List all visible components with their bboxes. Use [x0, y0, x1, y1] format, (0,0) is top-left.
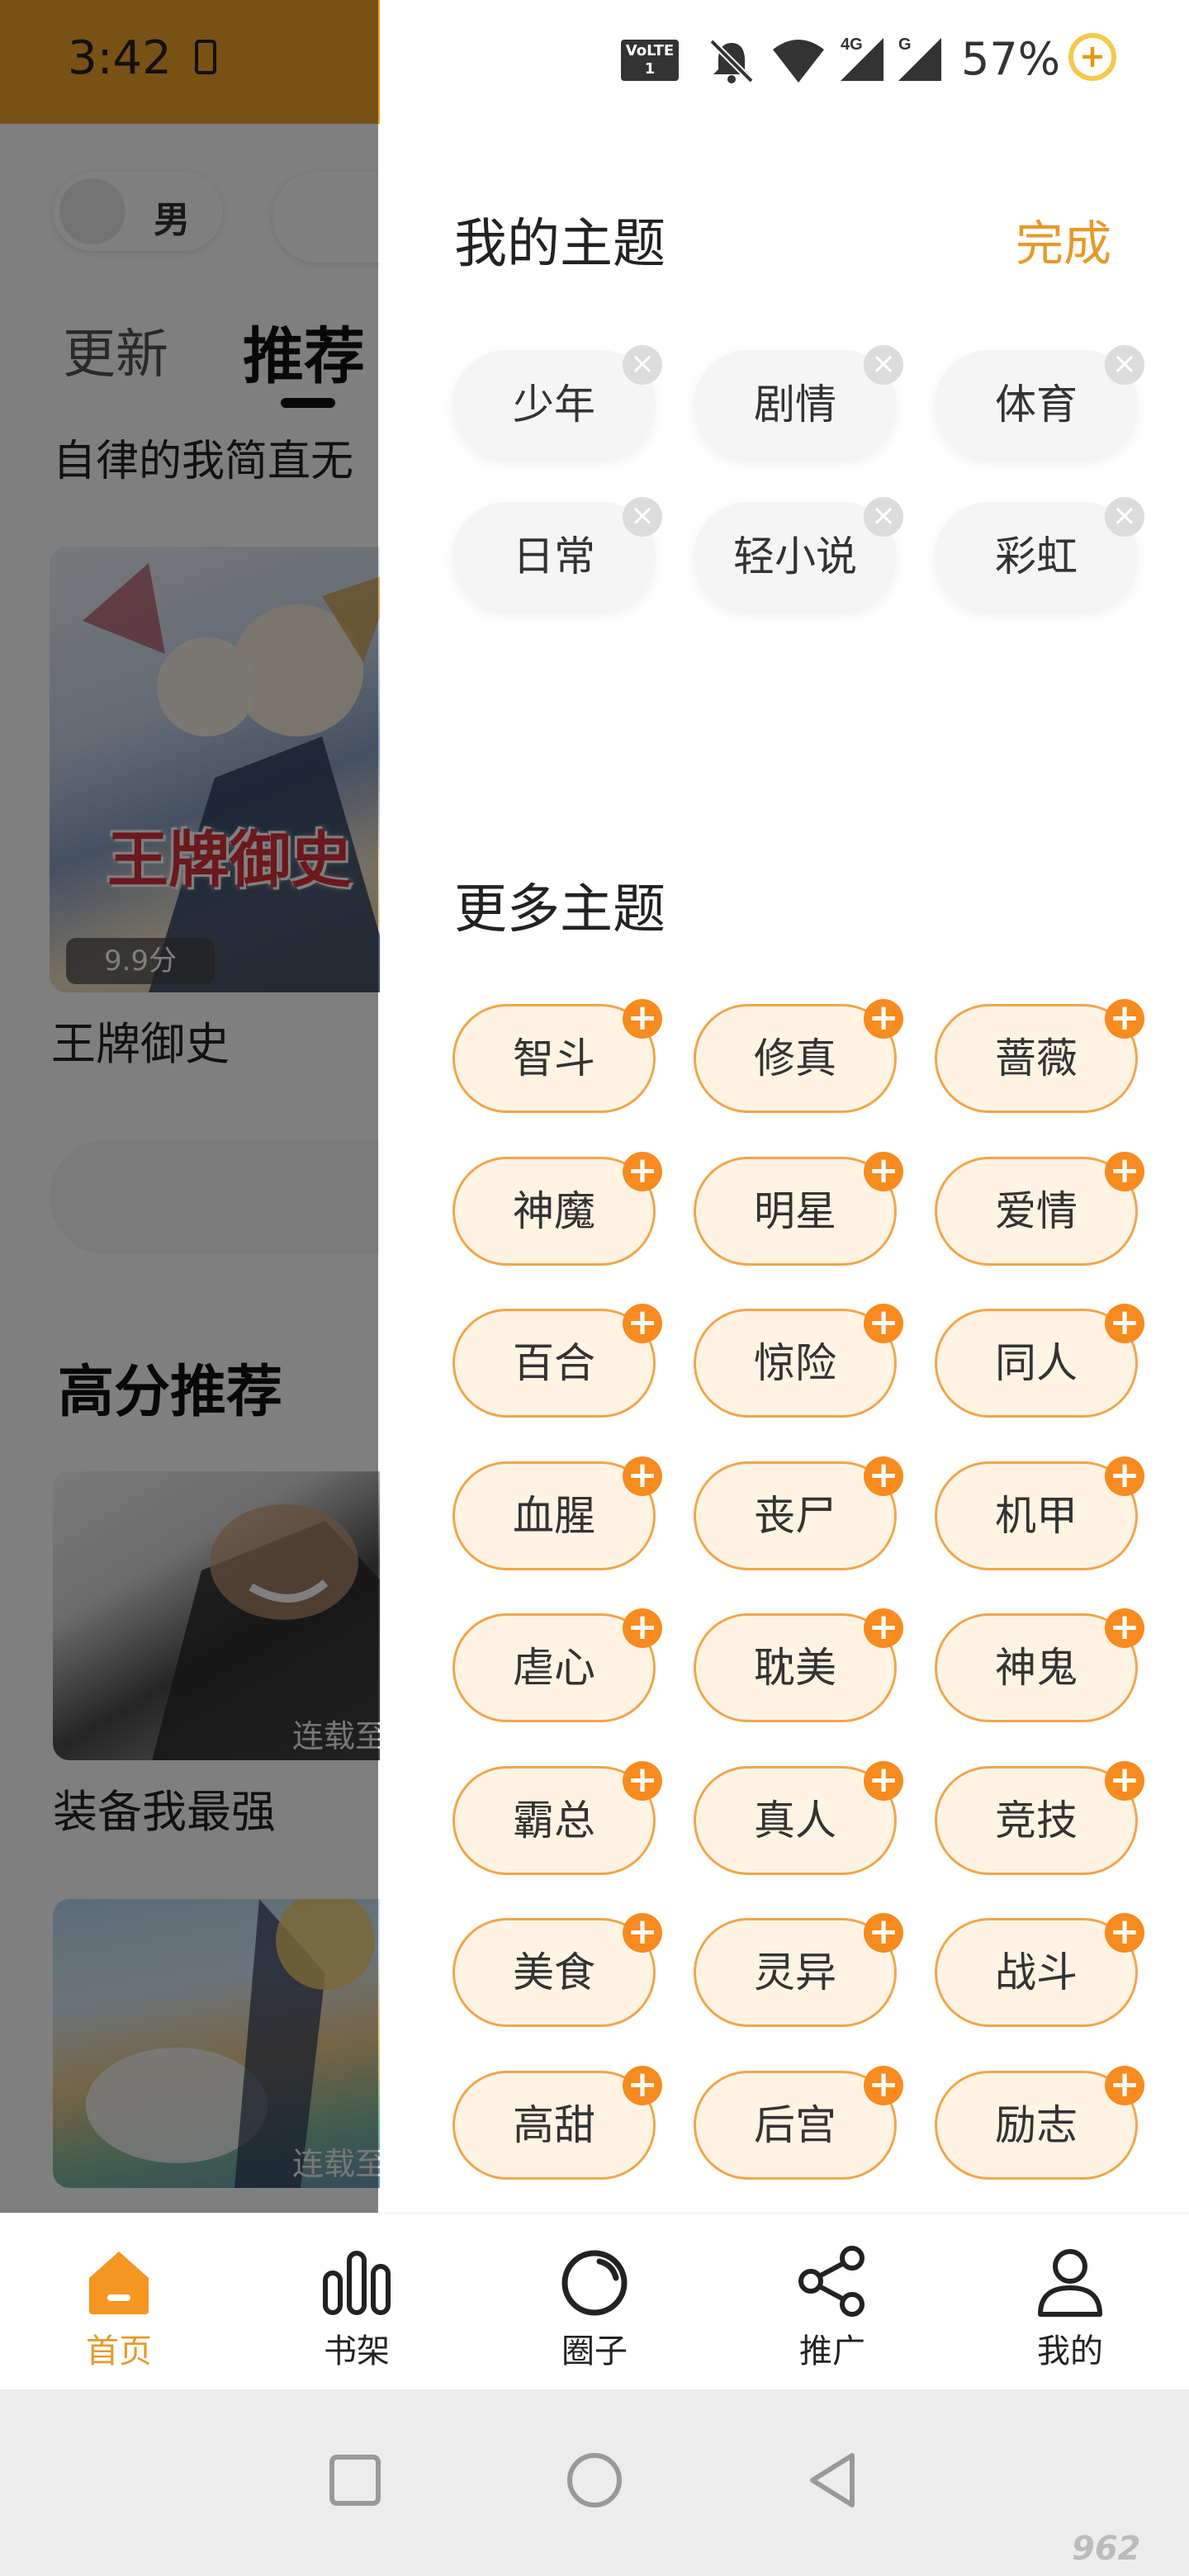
nav-mine-label: 我的	[1037, 2332, 1103, 2370]
add-icon[interactable]: +	[623, 2065, 662, 2105]
remove-icon[interactable]: ×	[1105, 345, 1144, 385]
volte-text: VoLTE	[625, 42, 675, 59]
add-icon[interactable]: +	[864, 1304, 903, 1343]
share-icon	[798, 2246, 865, 2317]
profile-icon	[1038, 2249, 1102, 2317]
system-navigation-bar	[0, 2389, 1189, 2576]
add-icon[interactable]: +	[864, 1760, 903, 1801]
bottom-navigation: 首页 书架 圈子 推广 我的	[0, 2213, 1189, 2390]
remove-icon[interactable]: ×	[623, 497, 662, 537]
volte-sim: 1	[644, 60, 656, 78]
add-icon[interactable]: +	[1105, 1760, 1144, 1801]
signal-4g-icon: 4G	[841, 36, 883, 81]
add-icon[interactable]: +	[623, 1456, 662, 1496]
nav-mine[interactable]: 我的	[951, 2214, 1189, 2390]
home-icon	[89, 2252, 149, 2314]
done-button[interactable]: 完成	[1016, 205, 1111, 274]
remove-icon[interactable]: ×	[864, 497, 903, 537]
bookshelf-icon	[323, 2251, 391, 2315]
signal-g-label: G	[898, 36, 912, 54]
signal-g-icon: G	[898, 36, 941, 81]
nav-home-label: 首页	[86, 2332, 152, 2370]
add-icon[interactable]: +	[623, 999, 662, 1039]
drawer-scrim[interactable]	[0, 0, 378, 2213]
bell-muted-icon	[709, 39, 754, 83]
signal-4g-label: 4G	[841, 36, 863, 54]
add-icon[interactable]: +	[864, 2065, 903, 2105]
add-icon[interactable]: +	[623, 1151, 662, 1191]
add-icon[interactable]: +	[1105, 1456, 1144, 1496]
wifi-icon	[773, 40, 824, 83]
nav-promote-label: 推广	[799, 2332, 865, 2370]
watermark-logo: 962	[1072, 2530, 1141, 2568]
nav-bookshelf-label: 书架	[324, 2332, 390, 2370]
battery-percent: 57%	[961, 33, 1061, 85]
add-icon[interactable]: +	[623, 1304, 662, 1343]
nav-circle-label: 圈子	[561, 2332, 628, 2370]
nav-bookshelf[interactable]: 书架	[238, 2214, 476, 2390]
add-icon[interactable]: +	[1105, 1304, 1144, 1343]
nav-circle[interactable]: 圈子	[476, 2214, 713, 2390]
circle-icon	[561, 2250, 628, 2316]
add-icon[interactable]: +	[1105, 2065, 1144, 2105]
add-icon[interactable]: +	[864, 1913, 903, 1953]
add-icon[interactable]: +	[864, 1456, 903, 1496]
battery-saver-icon: +	[1068, 33, 1116, 81]
add-icon[interactable]: +	[864, 999, 903, 1039]
volte-icon: VoLTE 1	[621, 40, 679, 81]
home-circle-icon[interactable]	[561, 2447, 628, 2513]
nav-home[interactable]: 首页	[0, 2214, 238, 2390]
remove-icon[interactable]: ×	[623, 345, 662, 385]
add-icon[interactable]: +	[1105, 1608, 1144, 1648]
remove-icon[interactable]: ×	[1105, 497, 1144, 537]
nav-promote[interactable]: 推广	[713, 2214, 951, 2390]
add-icon[interactable]: +	[623, 1760, 662, 1801]
add-icon[interactable]: +	[1105, 1151, 1144, 1191]
my-themes-title: 我的主题	[454, 214, 666, 275]
add-icon[interactable]: +	[1105, 999, 1144, 1039]
add-icon[interactable]: +	[864, 1608, 903, 1648]
recent-apps-icon[interactable]	[322, 2447, 388, 2513]
more-themes-title: 更多主题	[454, 879, 666, 940]
remove-icon[interactable]: ×	[864, 345, 903, 385]
add-icon[interactable]: +	[864, 1151, 903, 1191]
add-icon[interactable]: +	[1105, 1913, 1144, 1953]
back-icon[interactable]	[801, 2447, 867, 2513]
add-icon[interactable]: +	[623, 1608, 662, 1648]
add-icon[interactable]: +	[623, 1913, 662, 1953]
